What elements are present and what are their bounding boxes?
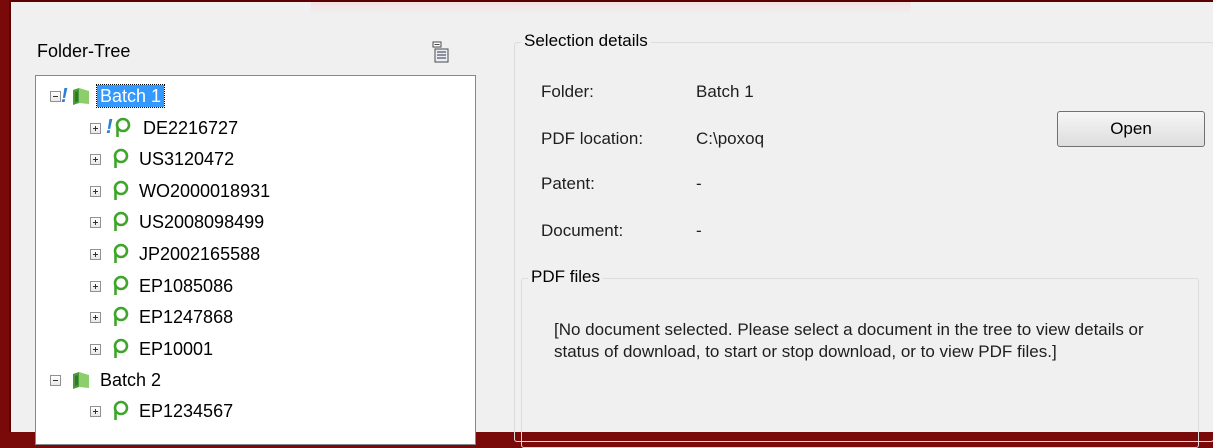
tree-node-document[interactable]: US2008098499 (90, 210, 267, 234)
patent-document-icon (110, 180, 130, 202)
patent-document-icon: ! (106, 116, 131, 139)
expand-toggle[interactable] (90, 248, 101, 260)
folder-tree-pane: Folder-Tree ! Batch 1 ! DE2216727 US3120… (11, 2, 491, 445)
expand-toggle[interactable] (90, 280, 101, 292)
patent-document-icon (110, 306, 130, 328)
tree-node-label: EP10001 (139, 339, 214, 359)
expand-toggle[interactable] (90, 153, 101, 165)
pdf-location-label: PDF location: (541, 129, 644, 148)
tree-node-label: JP2002165588 (139, 244, 261, 264)
collapse-toggle[interactable] (50, 90, 61, 102)
batch-folder-icon: ! (61, 85, 92, 107)
pdf-files-title: PDF files (528, 267, 603, 287)
expand-toggle[interactable] (90, 405, 101, 417)
tree-node-label: EP1234567 (139, 401, 234, 421)
patent-label: Patent: (541, 174, 595, 193)
tree-node-document[interactable]: EP1234567 (90, 399, 236, 423)
patent-document-icon (110, 243, 130, 265)
expand-toggle[interactable] (90, 311, 101, 323)
selection-details-title: Selection details (521, 31, 651, 51)
tree-node-label: EP1085086 (139, 276, 234, 296)
folder-tree-title: Folder-Tree (37, 41, 131, 61)
tree-node-document[interactable]: EP10001 (90, 337, 216, 361)
folder-value: Batch 1 (696, 82, 754, 101)
expand-toggle[interactable] (90, 343, 101, 355)
tree-node-label: Batch 2 (100, 370, 162, 390)
tree-node-document[interactable]: ! DE2216727 (90, 116, 241, 140)
collapse-toggle[interactable] (50, 374, 61, 386)
open-button[interactable]: Open (1057, 111, 1205, 147)
patent-document-icon (110, 275, 130, 297)
warning-icon: ! (61, 85, 68, 107)
batch-folder-icon (70, 370, 92, 390)
tree-node-label: Batch 1 (95, 84, 166, 108)
tree-node-label: EP1247868 (139, 307, 234, 327)
pdf-location-value: C:\poxoq (696, 129, 765, 148)
pdf-files-group (521, 278, 1199, 448)
document-value: - (696, 221, 702, 240)
patent-document-icon (110, 211, 130, 233)
app-window: Folder-Tree ! Batch 1 ! DE2216727 US3120… (9, 0, 1213, 448)
expand-toggle[interactable] (90, 185, 101, 197)
folder-label: Folder: (541, 82, 594, 101)
patent-document-icon (110, 400, 130, 422)
patent-document-icon (110, 148, 130, 170)
tree-node-batch-1[interactable]: ! Batch 1 (50, 84, 166, 108)
document-label: Document: (541, 221, 624, 240)
tree-node-document[interactable]: JP2002165588 (90, 242, 263, 266)
tree-node-document[interactable]: EP1085086 (90, 274, 236, 298)
tree-node-document[interactable]: US3120472 (90, 147, 237, 171)
tree-node-batch-2[interactable]: Batch 2 (50, 368, 164, 392)
expand-toggle[interactable] (90, 216, 101, 228)
patent-value: - (696, 174, 702, 193)
tree-node-document[interactable]: WO2000018931 (90, 179, 273, 203)
folder-tree[interactable]: ! Batch 1 ! DE2216727 US3120472 WO200001… (35, 75, 476, 445)
tree-node-label: WO2000018931 (139, 181, 271, 201)
patent-document-icon (110, 338, 130, 360)
tree-node-label: US2008098499 (139, 212, 265, 232)
no-selection-message: [No document selected. Please select a d… (554, 320, 1144, 361)
tree-node-document[interactable]: EP1247868 (90, 305, 236, 329)
collapse-all-icon[interactable] (432, 41, 450, 63)
tree-node-label: US3120472 (139, 149, 235, 169)
expand-toggle[interactable] (90, 122, 101, 134)
tree-node-label: DE2216727 (143, 118, 239, 138)
